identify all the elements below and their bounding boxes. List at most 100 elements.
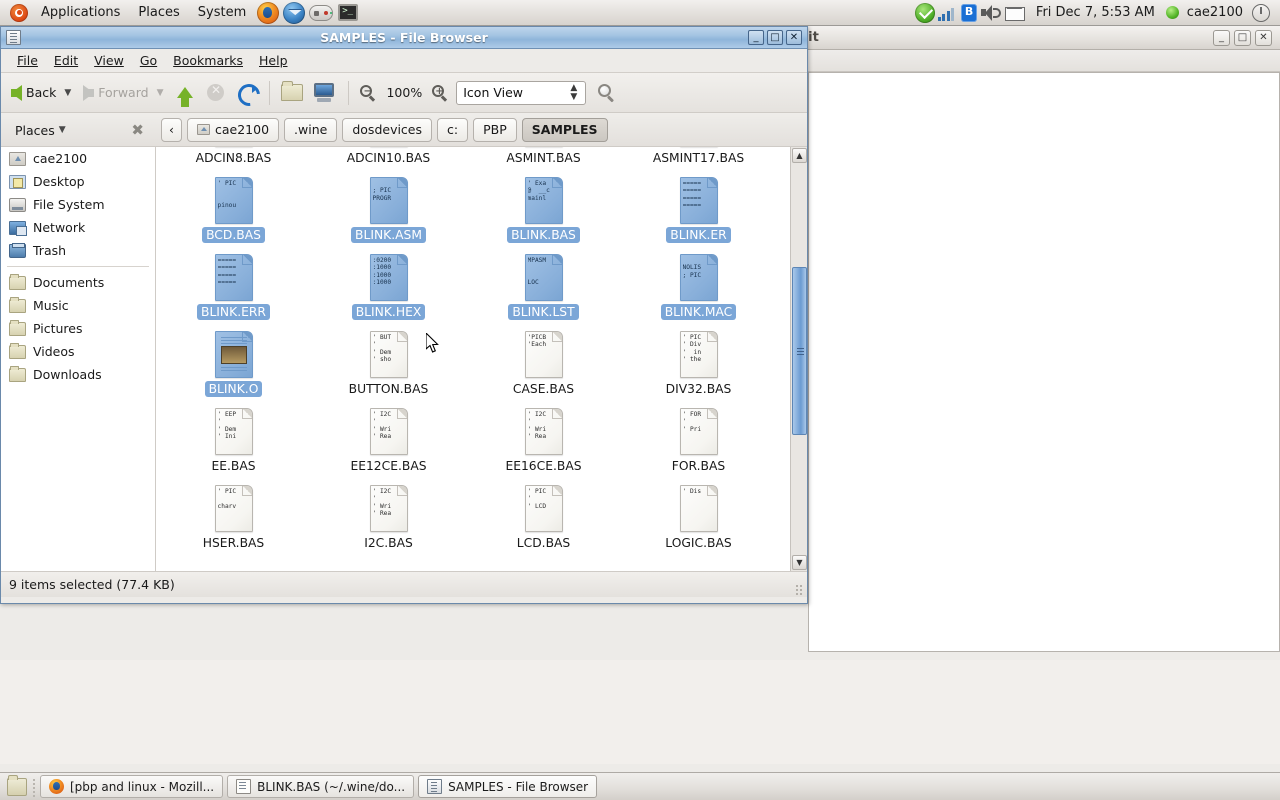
sidebar-item-desktop[interactable]: Desktop: [1, 170, 155, 193]
user-status-icon[interactable]: [1165, 6, 1179, 19]
editor-maximize-button[interactable]: □: [1234, 29, 1251, 46]
view-mode-select[interactable]: Icon View ▲ ▼: [456, 80, 587, 105]
menu-file[interactable]: File: [9, 51, 46, 70]
firefox-icon[interactable]: [257, 1, 280, 24]
menu-go[interactable]: Go: [132, 51, 165, 70]
menu-help[interactable]: Help: [251, 51, 296, 70]
file-item[interactable]: ' EEP ' ' Dem ' Ini EE.BAS: [156, 408, 311, 477]
sidebar-item-videos[interactable]: Videos: [1, 340, 155, 363]
file-item[interactable]: ' PIC pinou BCD.BAS: [156, 177, 311, 246]
file-item[interactable]: ADCIN8.BAS: [156, 147, 311, 169]
sidebar-item-network[interactable]: Network: [1, 216, 155, 239]
sidebar-item-file-system[interactable]: File System: [1, 193, 155, 216]
chevron-down-icon[interactable]: ▼: [55, 125, 70, 135]
taskbar-handle[interactable]: [32, 777, 36, 797]
file-label-wrap: LOGIC.BAS: [621, 535, 776, 554]
toolbar: Back ▼ Forward ▼ − 100% + Icon View ▲▼: [1, 73, 807, 113]
taskbar-item-editor[interactable]: BLINK.BAS (~/.wine/do...: [227, 775, 415, 798]
file-item[interactable]: ' Exa @ __c mainl BLINK.BAS: [466, 177, 621, 246]
mail-icon[interactable]: [1004, 6, 1025, 21]
breadcrumb-item-pbp[interactable]: PBP: [473, 117, 517, 142]
network-signal-icon[interactable]: [937, 5, 958, 21]
scroll-thumb[interactable]: [792, 267, 807, 435]
file-view-scrollbar[interactable]: ▲ ▼: [790, 147, 807, 571]
thunderbird-icon[interactable]: [283, 1, 306, 24]
breadcrumb-item-cae2100[interactable]: cae2100: [187, 117, 280, 142]
show-desktop-icon[interactable]: [7, 774, 27, 796]
breadcrumb-item-dosdevices[interactable]: dosdevices: [342, 117, 433, 142]
places-header[interactable]: Places ▼ ✖: [1, 113, 156, 147]
zoom-out-icon[interactable]: −: [360, 84, 376, 101]
resize-grip[interactable]: [793, 584, 803, 595]
file-item[interactable]: 'PICB 'Each CASE.BAS: [466, 331, 621, 400]
menu-bookmarks[interactable]: Bookmarks: [165, 51, 251, 70]
terminal-icon[interactable]: [338, 4, 359, 21]
sidebar-close-icon[interactable]: ✖: [131, 121, 144, 139]
scroll-down-icon[interactable]: ▼: [792, 555, 807, 570]
taskbar-item-firefox[interactable]: [pbp and linux - Mozill...: [40, 775, 224, 798]
sidebar-item-downloads[interactable]: Downloads: [1, 363, 155, 386]
sidebar-item-documents[interactable]: Documents: [1, 271, 155, 294]
file-item[interactable]: ' I2C ' ' Wri ' Rea I2C.BAS: [311, 485, 466, 554]
file-icon: ' PIC pinou: [214, 177, 253, 224]
file-item[interactable]: ' PIC ' ' LCD LCD.BAS: [466, 485, 621, 554]
menu-system[interactable]: System: [190, 2, 254, 23]
file-item[interactable]: :0200 :1000 :1000 :1000 BLINK.HEX: [311, 254, 466, 323]
zoom-in-icon[interactable]: +: [432, 84, 448, 101]
close-button[interactable]: ✕: [786, 30, 802, 45]
file-item[interactable]: MPASM LOC BLINK.LST: [466, 254, 621, 323]
file-item[interactable]: ' FOR ' ' Pri FOR.BAS: [621, 408, 776, 477]
minimize-button[interactable]: _: [748, 30, 764, 45]
editor-minimize-button[interactable]: _: [1213, 29, 1230, 46]
sidebar-item-cae2100[interactable]: cae2100: [1, 147, 155, 170]
editor-close-button[interactable]: ✕: [1255, 29, 1272, 46]
search-icon[interactable]: [598, 83, 616, 103]
up-button[interactable]: [177, 87, 194, 107]
breadcrumb-item-c[interactable]: c:: [437, 117, 469, 142]
file-item[interactable]: NOLIS ; PIC BLINK.MAC: [621, 254, 776, 323]
username-label[interactable]: cae2100: [1187, 5, 1243, 20]
back-button[interactable]: Back ▼: [7, 78, 79, 108]
maximize-button[interactable]: □: [767, 30, 783, 45]
home-folder-icon[interactable]: [281, 81, 304, 101]
breadcrumb-item-samples[interactable]: SAMPLES: [521, 117, 608, 142]
editor-text-area[interactable]: [808, 72, 1280, 652]
file-item[interactable]: ASMINT17.BAS: [621, 147, 776, 169]
breadcrumb-prev-button[interactable]: ‹: [161, 117, 182, 142]
menu-edit[interactable]: Edit: [46, 51, 86, 70]
scroll-up-icon[interactable]: ▲: [792, 148, 807, 163]
sidebar-item-trash[interactable]: Trash: [1, 239, 155, 262]
file-browser-titlebar[interactable]: SAMPLES - File Browser _ □ ✕: [1, 27, 807, 49]
sidebar-item-pictures[interactable]: Pictures: [1, 317, 155, 340]
breadcrumb-item-wine[interactable]: .wine: [284, 117, 338, 142]
file-item[interactable]: ===== ===== ===== ===== BLINK.ERR: [156, 254, 311, 323]
ubuntu-logo-icon[interactable]: [10, 3, 28, 22]
file-icon-view[interactable]: ADCIN8.BAS ADCIN10.BAS ASMINT.BAS ASMINT17.…: [156, 147, 807, 571]
menu-places[interactable]: Places: [130, 2, 187, 23]
computer-icon[interactable]: [313, 83, 335, 102]
volume-icon[interactable]: [980, 4, 1002, 22]
reload-icon[interactable]: [238, 84, 258, 102]
file-item[interactable]: ; PIC PROGR BLINK.ASM: [311, 177, 466, 246]
menu-applications[interactable]: Applications: [33, 2, 128, 23]
file-item[interactable]: ' Dis LOGIC.BAS: [621, 485, 776, 554]
file-item[interactable]: ASMINT.BAS: [466, 147, 621, 169]
chevron-down-icon[interactable]: ▼: [60, 88, 75, 98]
file-item[interactable]: ' PIC charv HSER.BAS: [156, 485, 311, 554]
power-icon[interactable]: [1252, 3, 1270, 22]
update-manager-icon[interactable]: [914, 2, 935, 23]
menu-view[interactable]: View: [86, 51, 132, 70]
file-item[interactable]: ' I2C ' ' Wri ' Rea EE12CE.BAS: [311, 408, 466, 477]
file-item[interactable]: BLINK.O: [156, 331, 311, 400]
file-item[interactable]: ADCIN10.BAS: [311, 147, 466, 169]
game-controller-icon[interactable]: [309, 4, 334, 21]
sidebar-item-music[interactable]: Music: [1, 294, 155, 317]
bluetooth-icon[interactable]: [960, 4, 977, 22]
file-item[interactable]: ' PIC ' Div ' in ' the DIV32.BAS: [621, 331, 776, 400]
clock[interactable]: Fri Dec 7, 5:53 AM: [1028, 5, 1163, 20]
file-item[interactable]: ' I2C ' ' Wri ' Rea EE16CE.BAS: [466, 408, 621, 477]
file-item[interactable]: ===== ===== ===== ===== BLINK.ER: [621, 177, 776, 246]
file-label-wrap: ADCIN10.BAS: [311, 150, 466, 169]
taskbar-item-file-browser[interactable]: SAMPLES - File Browser: [418, 775, 598, 798]
file-item[interactable]: ' BUT ' ' Dem ' sho BUTTON.BAS: [311, 331, 466, 400]
